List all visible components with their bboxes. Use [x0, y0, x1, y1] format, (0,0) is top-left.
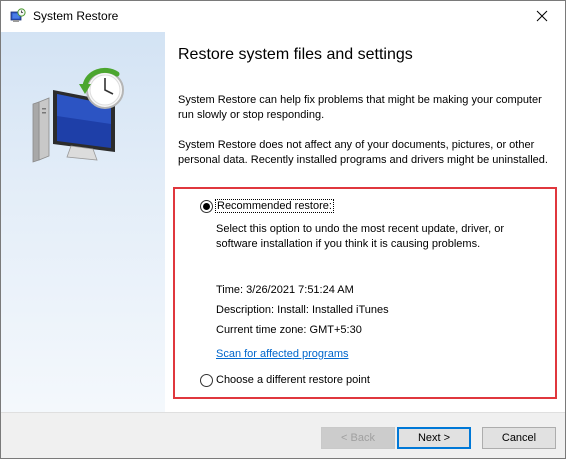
system-restore-window: System Restore Restore system files and … — [0, 0, 566, 459]
restore-time: Time: 3/26/2021 7:51:24 AM — [216, 284, 354, 296]
recommended-restore-description: Select this option to undo the most rece… — [216, 223, 505, 250]
close-button[interactable] — [519, 1, 565, 31]
system-restore-illustration — [32, 68, 124, 163]
back-button[interactable]: < Back — [321, 427, 395, 449]
choose-different-restore-point-label[interactable]: Choose a different restore point — [216, 374, 370, 386]
radio-selected-dot — [203, 203, 210, 210]
side-banner — [1, 32, 165, 412]
window-title: System Restore — [33, 9, 119, 23]
title-bar: System Restore — [1, 1, 565, 32]
choose-different-restore-point-radio[interactable] — [200, 374, 213, 387]
close-icon — [536, 10, 548, 22]
next-button[interactable]: Next > — [397, 427, 471, 449]
restore-timezone: Current time zone: GMT+5:30 — [216, 324, 362, 336]
recommended-restore-label[interactable]: Recommended restore: — [215, 199, 334, 213]
system-restore-app-icon — [10, 8, 26, 24]
cancel-button[interactable]: Cancel — [482, 427, 556, 449]
button-bar: < Back Next > Cancel — [1, 412, 565, 458]
restore-description: Description: Install: Installed iTunes — [216, 304, 389, 316]
scan-affected-programs-link[interactable]: Scan for affected programs — [216, 348, 348, 360]
recommended-restore-radio[interactable] — [200, 200, 213, 213]
